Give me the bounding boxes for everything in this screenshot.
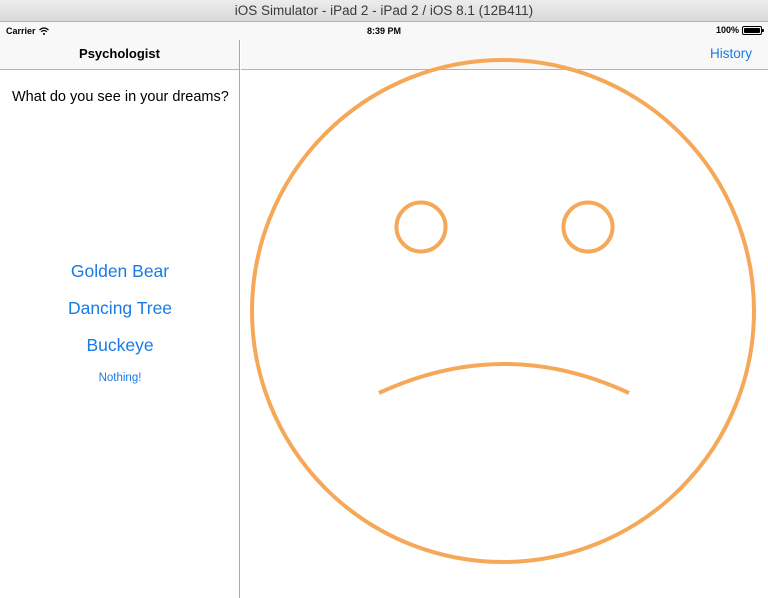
dancing-tree-button[interactable]: Dancing Tree — [0, 298, 240, 319]
detail-pane: History — [241, 40, 768, 598]
battery-icon — [742, 25, 764, 35]
window-title: iOS Simulator - iPad 2 - iPad 2 / iOS 8.… — [234, 3, 534, 18]
window-title-bar: iOS Simulator - iPad 2 - iPad 2 / iOS 8.… — [0, 0, 768, 22]
master-navigation-bar: Psychologist — [0, 40, 239, 70]
battery-indicator: 100% — [715, 25, 764, 35]
face-outline — [250, 58, 756, 564]
status-bar: Carrier 8:39 PM 100% — [0, 22, 768, 40]
nav-title: Psychologist — [79, 46, 160, 61]
left-eye — [394, 200, 448, 254]
nothing-button[interactable]: Nothing! — [0, 372, 240, 384]
golden-bear-button[interactable]: Golden Bear — [0, 261, 240, 282]
right-eye — [561, 200, 615, 254]
dream-question: What do you see in your dreams? — [12, 89, 229, 105]
mouth — [378, 362, 630, 395]
clock: 8:39 PM — [366, 26, 401, 36]
master-pane: Psychologist What do you see in your dre… — [0, 40, 240, 598]
battery-percent: 100% — [715, 25, 739, 35]
sad-face-drawing — [250, 58, 756, 564]
buckeye-button[interactable]: Buckeye — [0, 335, 240, 356]
